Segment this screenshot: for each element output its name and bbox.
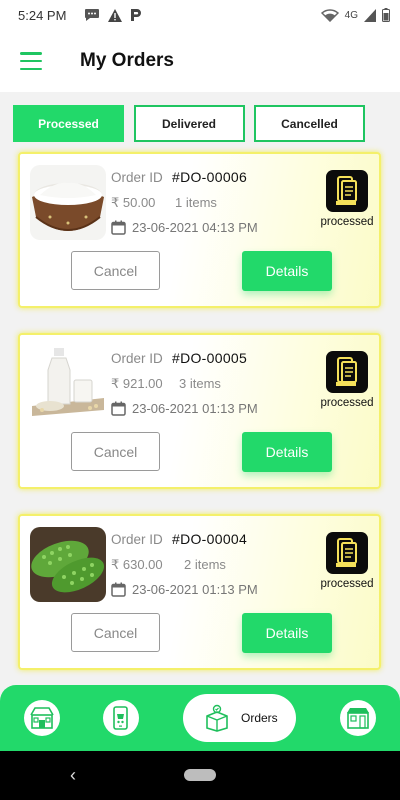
status-badge: processed — [312, 170, 382, 228]
order-date: 23-06-2021 01:13 PM — [132, 582, 258, 597]
order-date-row: 23-06-2021 01:13 PM — [111, 401, 258, 416]
network-label: 4G — [344, 9, 358, 21]
calendar-icon — [111, 582, 126, 597]
tab-processed[interactable]: Processed — [13, 105, 124, 142]
back-icon[interactable]: ‹ — [70, 765, 76, 786]
message-icon — [85, 9, 100, 21]
details-button[interactable]: Details — [242, 251, 332, 291]
nav-store[interactable] — [340, 700, 376, 736]
processed-status-icon — [326, 351, 368, 393]
page-title: My Orders — [80, 50, 174, 71]
order-date: 23-06-2021 01:13 PM — [132, 401, 258, 416]
order-card: Order ID #DO-00004 ₹ 630.00 2 items 23-0… — [18, 514, 381, 670]
cancel-button[interactable]: Cancel — [71, 432, 160, 471]
bottom-nav: Orders — [0, 685, 400, 751]
status-text: processed — [320, 216, 374, 228]
order-price: ₹ 630.00 — [111, 557, 163, 572]
system-nav-bar: ‹ — [0, 751, 400, 800]
battery-icon — [382, 8, 390, 22]
order-id: #DO-00004 — [172, 531, 248, 547]
order-id-label: Order ID — [111, 170, 163, 185]
order-date-row: 23-06-2021 04:13 PM — [111, 220, 258, 235]
status-text: processed — [320, 578, 374, 590]
order-card: Order ID #DO-00006 ₹ 50.00 1 items 23-06… — [18, 152, 381, 308]
order-id: #DO-00005 — [172, 350, 248, 366]
product-image-flour — [30, 165, 106, 240]
nav-orders[interactable]: Orders — [183, 694, 296, 742]
tab-delivered[interactable]: Delivered — [133, 105, 245, 142]
mobile-cart-icon — [113, 706, 128, 730]
order-price: ₹ 50.00 — [111, 195, 156, 210]
home-pill[interactable] — [184, 769, 216, 781]
menu-icon[interactable] — [20, 52, 42, 70]
details-button[interactable]: Details — [242, 613, 332, 653]
status-time: 5:24 PM — [18, 7, 67, 23]
order-tabs: Processed Delivered Cancelled — [13, 105, 365, 143]
order-price: ₹ 921.00 — [111, 376, 163, 391]
processed-status-icon — [326, 170, 368, 212]
order-id-label: Order ID — [111, 351, 163, 366]
nav-mobile-order[interactable] — [103, 700, 139, 736]
details-button[interactable]: Details — [242, 432, 332, 472]
status-bar: 5:24 PM 4G — [0, 0, 400, 30]
order-date-row: 23-06-2021 01:13 PM — [111, 582, 258, 597]
order-card: Order ID #DO-00005 ₹ 921.00 3 items 23-0… — [18, 333, 381, 489]
product-image-bitter-gourd — [30, 527, 106, 602]
order-items-count: 3 items — [179, 376, 221, 391]
orders-box-icon — [206, 704, 228, 732]
tab-cancelled[interactable]: Cancelled — [254, 105, 365, 142]
status-badge: processed — [312, 351, 382, 409]
processed-status-icon — [326, 532, 368, 574]
status-badge: processed — [312, 532, 382, 590]
product-image-milk — [30, 346, 106, 421]
calendar-icon — [111, 220, 126, 235]
calendar-icon — [111, 401, 126, 416]
order-items-count: 1 items — [175, 195, 217, 210]
shop-icon — [30, 707, 54, 729]
nav-orders-label: Orders — [241, 711, 278, 725]
store-icon — [347, 708, 369, 729]
wifi-icon — [320, 9, 339, 22]
signal-icon — [364, 8, 376, 22]
cancel-button[interactable]: Cancel — [71, 251, 160, 290]
cancel-button[interactable]: Cancel — [71, 613, 160, 652]
warning-icon — [108, 8, 123, 22]
nav-shop[interactable] — [24, 700, 60, 736]
order-items-count: 2 items — [184, 557, 226, 572]
order-id-label: Order ID — [111, 532, 163, 547]
app-bar: My Orders — [0, 30, 400, 92]
parking-icon — [131, 9, 142, 21]
order-list: Order ID #DO-00006 ₹ 50.00 1 items 23-06… — [18, 152, 381, 695]
status-text: processed — [320, 397, 374, 409]
order-id: #DO-00006 — [172, 169, 248, 185]
order-date: 23-06-2021 04:13 PM — [132, 220, 258, 235]
